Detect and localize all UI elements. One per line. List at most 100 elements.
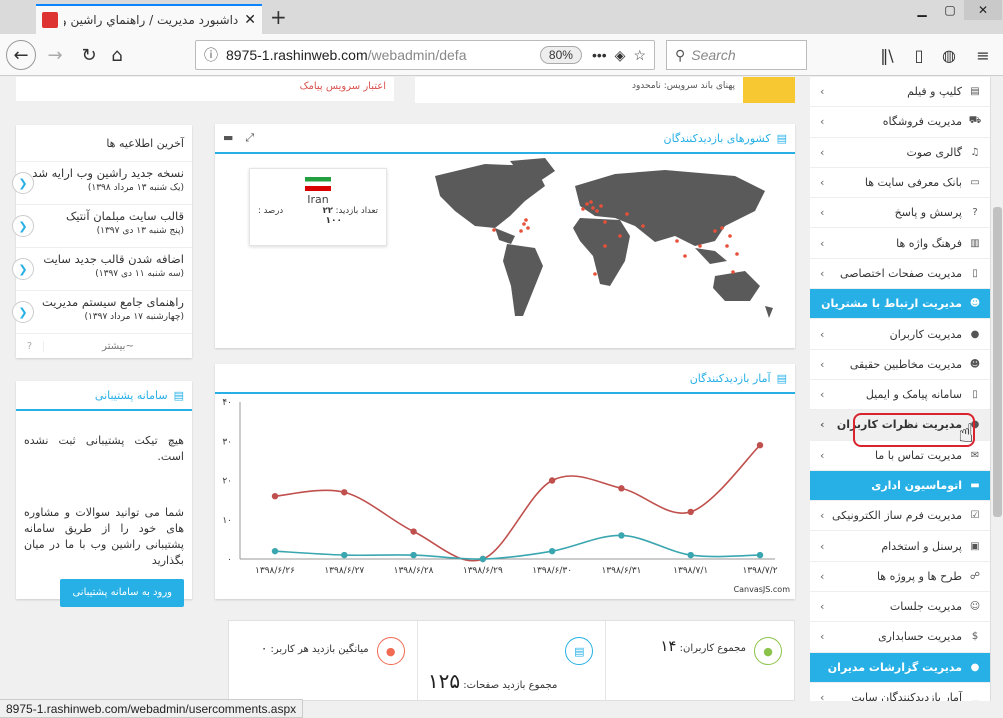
sms-credit-label: اعتبار سرویس پیامک	[299, 81, 386, 92]
page-scrollbar[interactable]	[990, 77, 1003, 701]
browser-search-input[interactable]: ⚲ Search	[666, 40, 807, 70]
news-item-title[interactable]: راهنمای جامع سیستم مدیریت	[42, 295, 184, 309]
chevron-left-icon[interactable]: ❮	[12, 258, 34, 280]
chevron-right-icon: ›	[820, 206, 825, 220]
sidebar-item[interactable]: ☑ مدیریت فرم ساز الکترونیکی ›	[810, 501, 990, 532]
minimize-icon[interactable]: ▁	[908, 0, 936, 20]
visitor-line-chart: ۰ ۱۰ ۲۰ ۳۰ ۴۰ ۱۳۹۸/۶/۲۶ ۱۳۹۸/۶/۲۷ ۱۳۹۸/۶/۲۸ ۱۳۹۸…	[222, 398, 790, 594]
sidebar-item[interactable]: ▬ اتوماسیون اداری	[810, 470, 990, 502]
news-item[interactable]: راهنمای جامع سیستم مدیریت (چهارشنبه ۱۷ مر…	[12, 290, 192, 333]
avg-value: ۰	[260, 641, 268, 655]
info-icon[interactable]: ⓘ	[204, 45, 218, 65]
visits-value: ۲۲	[322, 206, 333, 216]
chevron-right-icon: ›	[820, 448, 825, 462]
chevron-right-icon: ›	[820, 569, 825, 583]
address-bar[interactable]: ⓘ 8975-1.rashinweb.com/webadmin/defa 80%…	[195, 40, 655, 70]
data-point	[271, 547, 279, 555]
chevron-left-icon[interactable]: ❮	[12, 215, 34, 237]
chevron-left-icon[interactable]: ❮	[12, 172, 34, 194]
sidebar-toggle-icon[interactable]: ▯	[904, 40, 934, 70]
form-icon: ☑	[970, 510, 980, 522]
film-icon: ▤	[970, 86, 980, 98]
chevron-left-icon[interactable]: ❮	[12, 301, 34, 323]
y-tick-label: ۲۰	[222, 477, 232, 487]
chevron-right-icon: ›	[820, 600, 825, 614]
zoom-indicator[interactable]: 80%	[539, 46, 582, 64]
new-tab-icon[interactable]: +	[270, 5, 287, 29]
sidebar-item-label: مدیریت فروشگاه	[882, 115, 962, 129]
news-item-title[interactable]: قالب سایت مبلمان آنتیک	[46, 209, 184, 223]
home-icon[interactable]: ⌂	[102, 40, 132, 70]
sidebar-item[interactable]: ▯ سامانه پیامک و ایمیل ›	[810, 380, 990, 411]
sidebar-item-label: مدیریت حسابداری	[878, 630, 962, 644]
x-tick-label: ۱۳۹۸/۶/۲۸	[394, 566, 434, 576]
sidebar-item[interactable]: ▯ مدیریت صفحات اختصاصی ›	[810, 259, 990, 290]
expand-icon[interactable]: ⤢	[245, 131, 254, 145]
users-label: مجموع کاربران:	[679, 643, 746, 654]
sidebar-item[interactable]: $ مدیریت حسابداری ›	[810, 622, 990, 653]
data-point	[548, 547, 556, 555]
more-news-link[interactable]: بیشتر~	[44, 341, 192, 352]
avg-label: میانگین بازدید هر کاربر:	[270, 644, 369, 655]
support-login-button[interactable]: ورود به سامانه پشتیبانی	[60, 579, 184, 607]
sidebar-item[interactable]: ● مدیریت کاربران ›	[810, 319, 990, 350]
close-tab-icon[interactable]: ✕	[244, 12, 256, 28]
page-actions-icon[interactable]: •••	[592, 47, 607, 63]
report-icon: ●	[970, 661, 980, 673]
reload-icon[interactable]: ↻	[74, 40, 104, 70]
menu-icon[interactable]: ≡	[968, 40, 998, 70]
sidebar-item-label: مدیریت مخاطبین حقیقی	[849, 357, 962, 371]
support-description: شما می توانید سوالات و مشاوره های خود را…	[24, 506, 184, 567]
globe-icon[interactable]: ◍	[934, 40, 964, 70]
back-arrow-icon[interactable]: ←	[6, 40, 36, 70]
country-name: Iran	[307, 193, 329, 206]
sidebar-item[interactable]: ⛟ مدیریت فروشگاه ›	[810, 107, 990, 138]
chevron-right-icon: ›	[820, 115, 825, 129]
library-icon[interactable]: ‖\	[872, 40, 902, 70]
y-tick-label: ۴۰	[222, 398, 232, 408]
browser-tab[interactable]: داشبورد مديريت / راهنماي راشين وب ✕	[36, 4, 262, 34]
sidebar-item[interactable]: ☻ مدیریت مخاطبین حقیقی ›	[810, 350, 990, 380]
news-item[interactable]: نسخه جدید راشین وب ارایه شد. (یک شنبه ۱۳ …	[12, 161, 192, 204]
sidebar-item[interactable]: ? پرسش و پاسخ ›	[810, 198, 990, 229]
x-tick-label: ۱۳۹۸/۶/۳۰	[532, 566, 572, 576]
sidebar-item-label: مدیریت جلسات	[889, 600, 962, 614]
search-placeholder: Search	[691, 47, 736, 63]
book-icon: ▥	[970, 237, 980, 249]
sidebar-item[interactable]: ☻ مدیریت ارتباط با مشتریان	[810, 289, 990, 320]
sidebar-item-label: بانک معرفی سایت ها	[864, 176, 962, 190]
sidebar-item[interactable]: ☺ مدیریت جلسات ›	[810, 592, 990, 623]
sidebar-item[interactable]: ● مدیریت گزارشات مدیران	[810, 652, 990, 683]
x-tick-label: ۱۳۹۸/۷/۱	[673, 566, 708, 576]
folder-icon: ▬	[970, 480, 980, 491]
y-tick-label: ۳۰	[222, 437, 232, 447]
sidebar-item[interactable]: ▭ بانک معرفی سایت ها ›	[810, 168, 990, 199]
chart-icon: ▁	[971, 692, 979, 701]
chevron-right-icon: ›	[820, 176, 825, 190]
chevron-right-icon: ›	[820, 630, 825, 644]
scrollbar-thumb[interactable]	[993, 207, 1002, 517]
y-tick-label: ۱۰	[222, 516, 232, 526]
sitemap-icon: ☍	[969, 570, 981, 582]
maximize-icon[interactable]: ▢	[936, 0, 964, 20]
collapse-icon[interactable]: ▬	[223, 131, 233, 145]
forward-arrow-icon[interactable]: →	[40, 40, 70, 70]
close-window-icon[interactable]: ✕	[964, 0, 1002, 20]
map-panel-icon: ▤	[776, 131, 787, 145]
sidebar-item[interactable]: ♫ گالری صوت ›	[810, 138, 990, 168]
sidebar-item-label: کلیپ و فیلم	[907, 85, 962, 99]
news-item-title[interactable]: نسخه جدید راشین وب ارایه شد.	[29, 166, 184, 180]
news-item[interactable]: اضافه شدن قالب جدید سایت (سه شنبه ۱۱ دی ۱…	[12, 247, 192, 290]
pocket-icon[interactable]: ◈	[615, 47, 626, 64]
sidebar-item[interactable]: ▣ پرسنل و استخدام ›	[810, 531, 990, 562]
x-tick-label: ۱۳۹۸/۶/۲۶	[255, 566, 295, 576]
sidebar-item[interactable]: ▁ آمار بازدیدکنندگان سایت ›	[810, 683, 990, 701]
help-icon[interactable]: ?	[16, 341, 44, 352]
news-item-title[interactable]: اضافه شدن قالب جدید سایت	[43, 252, 184, 266]
news-item[interactable]: قالب سایت مبلمان آنتیک (پنج شنبه ۱۳ دی ۱۳…	[12, 204, 192, 247]
sidebar-item[interactable]: ☍ طرح ها و پروژه ها ›	[810, 562, 990, 593]
bookmark-star-icon[interactable]: ☆	[633, 47, 646, 64]
sidebar-item[interactable]: ▤ کلیپ و فیلم ›	[810, 77, 990, 108]
x-tick-label: ۱۳۹۸/۷/۲	[742, 566, 777, 576]
sidebar-item[interactable]: ▥ فرهنگ واژه ها ›	[810, 228, 990, 259]
